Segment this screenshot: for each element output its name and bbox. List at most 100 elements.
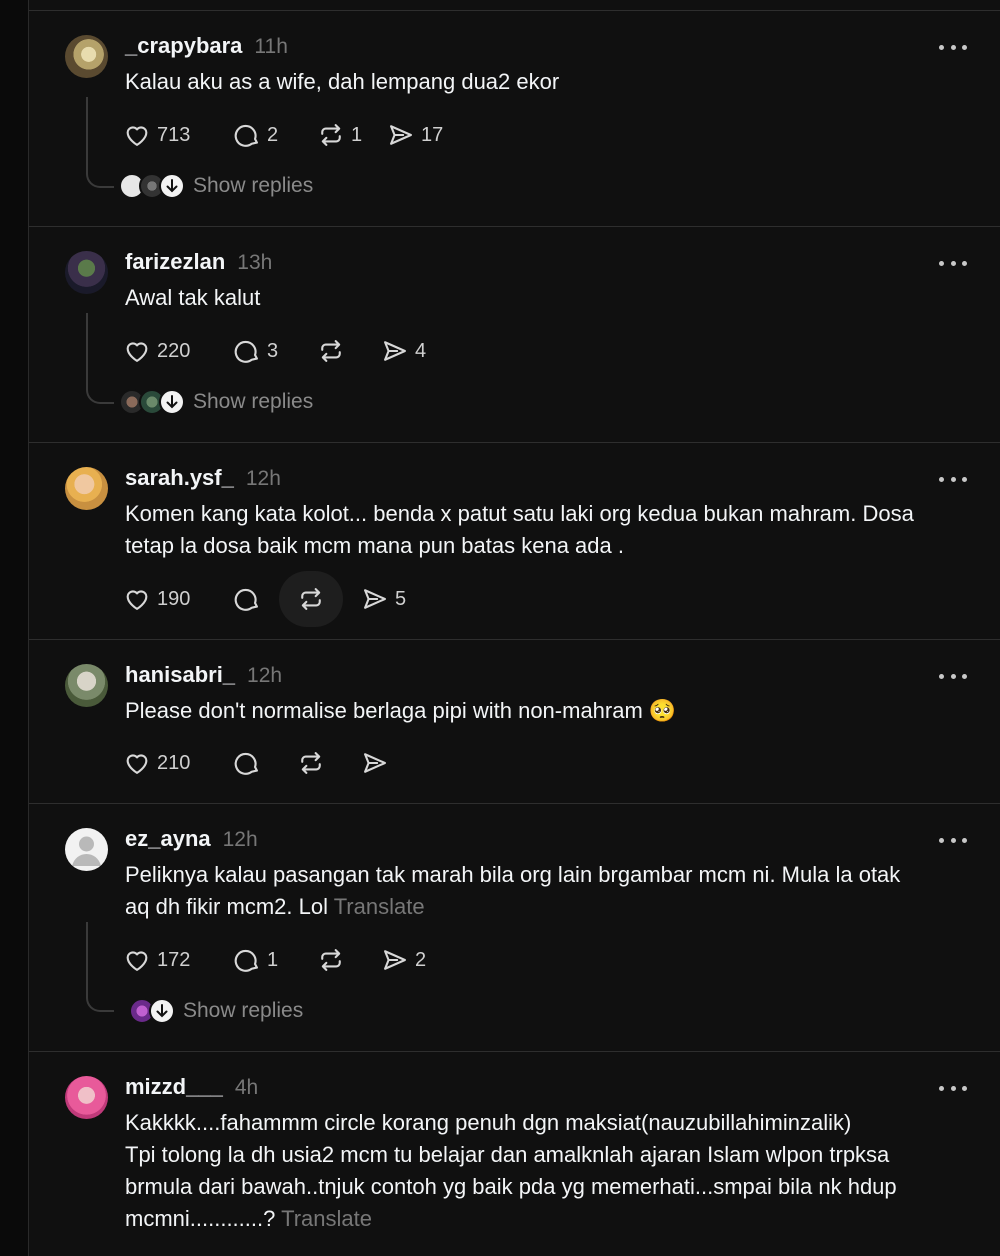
- repost-icon: [321, 124, 341, 146]
- repost-icon: [301, 588, 321, 610]
- like-count: 190: [157, 587, 191, 610]
- show-replies-button[interactable]: Show replies: [119, 173, 313, 199]
- thread-line: [86, 922, 114, 1012]
- like-button[interactable]: 713: [123, 115, 233, 155]
- heart-icon: [126, 126, 148, 146]
- repost-button[interactable]: [317, 331, 381, 371]
- heart-icon: [126, 754, 148, 774]
- more-options-icon[interactable]: [939, 475, 967, 483]
- comment-icon: [234, 588, 258, 611]
- reply-post: _crapybara 11h Kalau aku as a wife, dah …: [29, 11, 1000, 227]
- comment-button[interactable]: [233, 743, 297, 783]
- comment-icon: [234, 752, 258, 775]
- more-options-icon[interactable]: [939, 1084, 967, 1092]
- show-replies-label: Show replies: [183, 999, 304, 1022]
- repost-button[interactable]: 1: [317, 115, 387, 155]
- repost-button[interactable]: [297, 579, 361, 619]
- translate-link[interactable]: Translate: [334, 894, 425, 919]
- post-text: Komen kang kata kolot... benda x patut s…: [125, 501, 914, 558]
- timestamp: 12h: [222, 828, 258, 851]
- like-count: 172: [157, 948, 191, 971]
- heart-icon: [126, 342, 148, 362]
- post-text: Awal tak kalut: [125, 285, 261, 310]
- like-button[interactable]: 210: [123, 743, 233, 783]
- show-replies-label: Show replies: [193, 174, 314, 197]
- comment-button[interactable]: 2: [233, 115, 317, 155]
- timestamp: 11h: [254, 35, 288, 58]
- username[interactable]: sarah.ysf_: [125, 465, 234, 491]
- timestamp: 4h: [234, 1076, 259, 1099]
- comment-icon: [234, 124, 258, 147]
- repost-icon: [301, 752, 321, 774]
- post-text: Peliknya kalau pasangan tak marah bila o…: [125, 862, 901, 919]
- share-button[interactable]: 2: [381, 940, 451, 980]
- share-button[interactable]: 17: [387, 115, 457, 155]
- send-icon: [384, 341, 406, 361]
- username[interactable]: _crapybara: [125, 33, 242, 59]
- timestamp: 12h: [247, 664, 283, 687]
- show-replies-button[interactable]: Show replies: [119, 389, 313, 415]
- repost-button[interactable]: [297, 743, 361, 783]
- default-avatar-icon: [72, 836, 101, 866]
- username[interactable]: ez_ayna: [125, 826, 211, 852]
- avatar[interactable]: [65, 828, 108, 871]
- avatar[interactable]: [65, 664, 108, 707]
- like-count: 210: [157, 751, 191, 774]
- send-icon: [364, 753, 386, 773]
- share-button[interactable]: 5: [361, 579, 431, 619]
- reply-post: sarah.ysf_ 12h Komen kang kata kolot... …: [29, 443, 1000, 640]
- comment-count: 1: [267, 948, 279, 971]
- username[interactable]: hanisabri_: [125, 662, 235, 688]
- reply-post: mizzd___ 4h Kakkkk....fahammm circle kor…: [29, 1052, 1000, 1256]
- avatar[interactable]: [65, 251, 108, 294]
- thread-line: [86, 97, 114, 188]
- username[interactable]: mizzd___: [125, 1074, 223, 1100]
- comment-button[interactable]: [233, 579, 297, 619]
- like-button[interactable]: 172: [123, 940, 233, 980]
- more-options-icon[interactable]: [939, 43, 967, 51]
- comment-button[interactable]: 1: [233, 940, 317, 980]
- more-options-icon[interactable]: [939, 672, 967, 680]
- more-options-icon[interactable]: [939, 836, 967, 844]
- share-count: 4: [415, 339, 427, 362]
- thread-feed: _crapybara 11h Kalau aku as a wife, dah …: [28, 0, 1000, 1256]
- like-button[interactable]: 190: [123, 579, 233, 619]
- like-count: 220: [157, 339, 191, 362]
- repost-icon: [321, 340, 341, 362]
- arrow-down-icon: [149, 998, 175, 1024]
- username[interactable]: farizezlan: [125, 249, 225, 275]
- send-icon: [384, 950, 406, 970]
- heart-icon: [126, 590, 148, 610]
- like-count: 713: [157, 123, 191, 146]
- avatar[interactable]: [65, 35, 108, 78]
- show-replies-button[interactable]: Show replies: [129, 998, 303, 1024]
- avatar[interactable]: [65, 1076, 108, 1119]
- comment-count: 2: [267, 123, 279, 146]
- share-count: 17: [421, 123, 444, 146]
- translate-link[interactable]: Translate: [281, 1206, 372, 1231]
- repost-button[interactable]: [317, 940, 381, 980]
- send-icon: [364, 589, 386, 609]
- comment-button[interactable]: 3: [233, 331, 317, 371]
- arrow-down-icon: [159, 389, 185, 415]
- share-button[interactable]: 4: [381, 331, 451, 371]
- show-replies-label: Show replies: [193, 390, 314, 413]
- post-text: Kakkkk....fahammm circle korang penuh dg…: [125, 1110, 897, 1231]
- more-options-icon[interactable]: [939, 259, 967, 267]
- post-text: Please don't normalise berlaga pipi with…: [125, 698, 677, 723]
- reply-post: farizezlan 13h Awal tak kalut 220 3 4 Sh…: [29, 227, 1000, 443]
- heart-icon: [126, 951, 148, 971]
- like-button[interactable]: 220: [123, 331, 233, 371]
- thread-line: [86, 313, 114, 404]
- timestamp: 13h: [237, 251, 273, 274]
- post-text: Kalau aku as a wife, dah lempang dua2 ek…: [125, 69, 560, 94]
- send-icon: [390, 125, 412, 145]
- timestamp: 12h: [245, 467, 281, 490]
- avatar[interactable]: [65, 467, 108, 510]
- reply-post: ez_ayna 12h Peliknya kalau pasangan tak …: [29, 804, 1000, 1052]
- share-count: 2: [415, 948, 427, 971]
- share-button[interactable]: [361, 743, 431, 783]
- comment-count: 3: [267, 339, 279, 362]
- repost-icon: [321, 949, 341, 971]
- arrow-down-icon: [159, 173, 185, 199]
